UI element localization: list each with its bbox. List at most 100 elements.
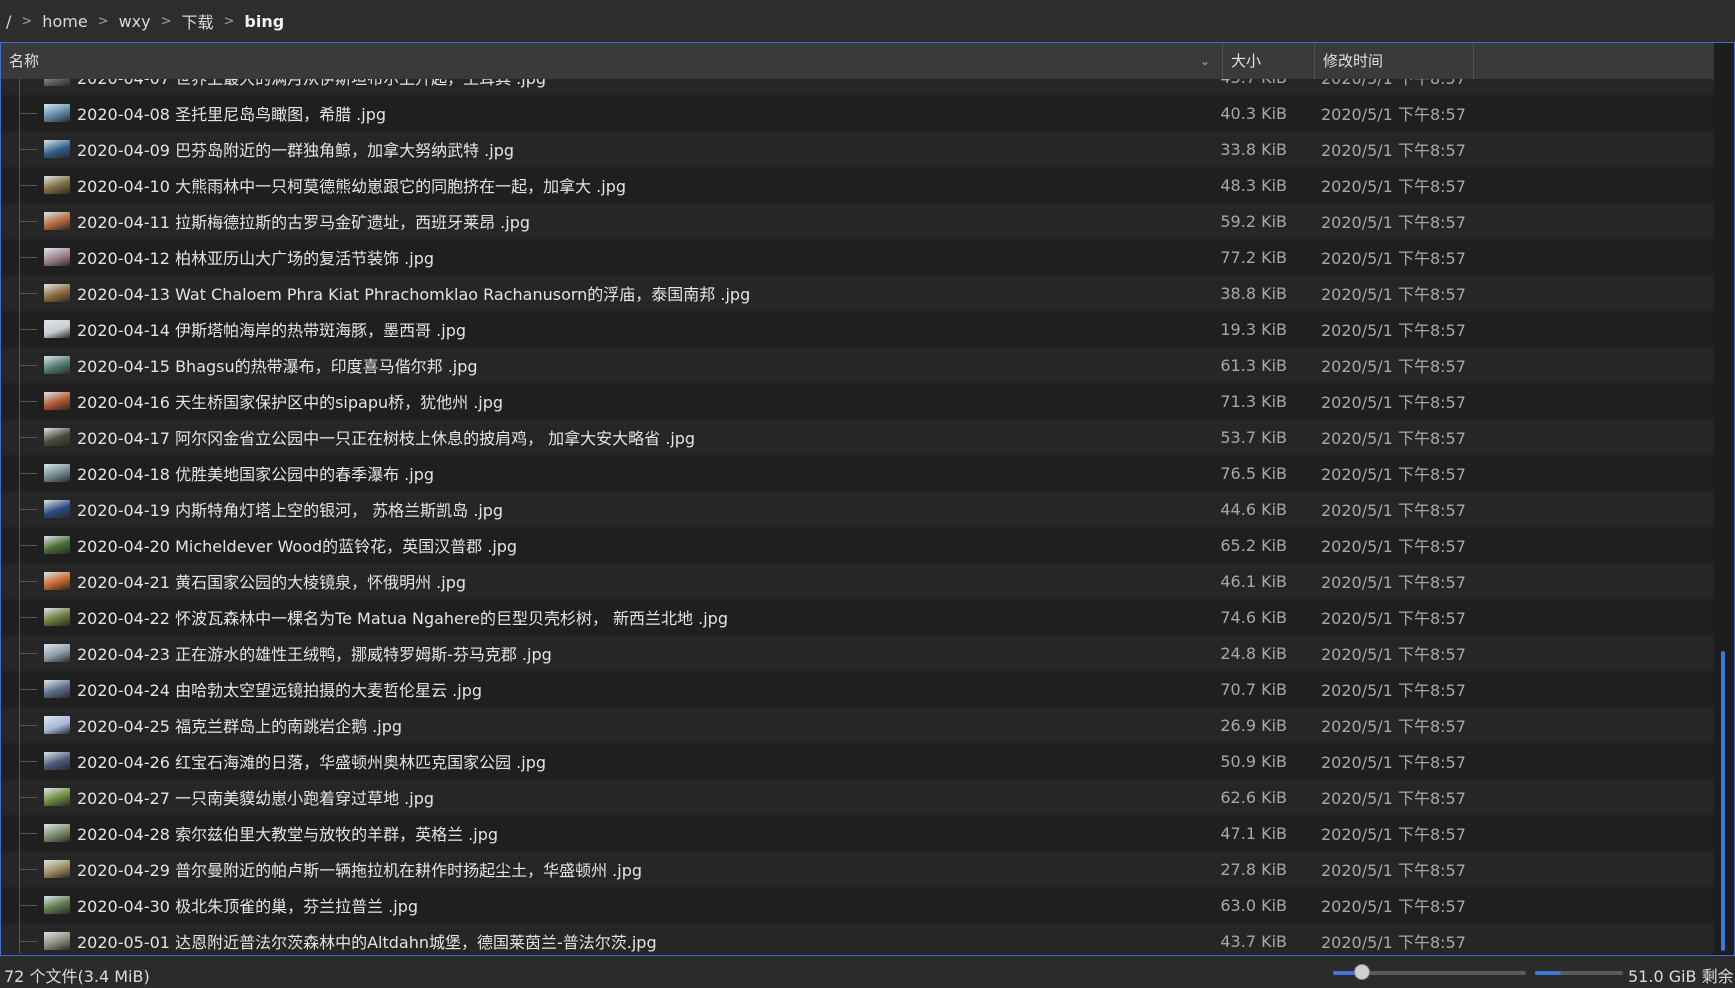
file-size: 44.6 KiB (1220, 499, 1287, 519)
column-name-label: 名称 (9, 52, 40, 70)
file-row[interactable]: 2020-04-22 怀波瓦森林中一棵名为Te Matua Ngahere的巨型… (1, 599, 1714, 635)
file-name: 2020-04-21 黄石国家公园的大棱镜泉，怀俄明州 .jpg (77, 573, 467, 592)
file-name: 2020-04-23 正在游水的雄性王绒鸭，挪威特罗姆斯-芬马克郡 .jpg (77, 645, 552, 664)
file-size: 26.9 KiB (1220, 715, 1287, 735)
file-name: 2020-04-22 怀波瓦森林中一棵名为Te Matua Ngahere的巨型… (77, 609, 728, 628)
image-thumbnail-icon (44, 608, 70, 626)
disk-usage-fill (1535, 971, 1561, 975)
tree-branch (19, 293, 37, 294)
image-thumbnail-icon (44, 680, 70, 698)
file-name: 2020-04-10 大熊雨林中一只柯莫德熊幼崽跟它的同胞挤在一起，加拿大 .j… (77, 177, 627, 196)
file-modified: 2020/5/1 下午8:57 (1321, 933, 1466, 952)
chevron-right-icon: > (160, 13, 172, 29)
file-list-view[interactable]: 名称 ⌄ 大小 修改时间 2020-04-07 世界上最大的满月从伊斯坦布尔上升… (0, 42, 1735, 956)
file-modified: 2020/5/1 下午8:57 (1321, 861, 1466, 880)
tree-branch (19, 401, 37, 402)
file-size: 43.7 KiB (1220, 931, 1287, 951)
breadcrumb-root[interactable]: / (0, 12, 17, 31)
vertical-scrollbar[interactable] (1714, 43, 1734, 955)
file-modified: 2020/5/1 下午8:57 (1321, 249, 1466, 268)
file-modified: 2020/5/1 下午8:57 (1321, 537, 1466, 556)
file-name: 2020-05-01 达恩附近普法尔茨森林中的Altdahn城堡，德国莱茵兰-普… (77, 933, 657, 952)
image-thumbnail-icon (44, 824, 70, 842)
file-row[interactable]: 2020-04-08 圣托里尼岛鸟瞰图，希腊 .jpg 40.3 KiB 2020/… (1, 95, 1714, 131)
file-modified: 2020/5/1 下午8:57 (1321, 645, 1466, 664)
tree-branch (19, 257, 37, 258)
disk-usage-bar (1535, 971, 1623, 975)
image-thumbnail-icon (44, 536, 70, 554)
file-row[interactable]: 2020-04-16 天生桥国家保护区中的sipapu桥，犹他州 .jpg 71.… (1, 383, 1714, 419)
file-row[interactable]: 2020-04-25 福克兰群岛上的南跳岩企鹅 .jpg 26.9 KiB 2020… (1, 707, 1714, 743)
file-row[interactable]: 2020-04-19 内斯特角灯塔上空的银河， 苏格兰斯凯岛 .jpg 44.6 … (1, 491, 1714, 527)
file-row[interactable]: 2020-04-23 正在游水的雄性王绒鸭，挪威特罗姆斯-芬马克郡 .jpg 24… (1, 635, 1714, 671)
image-thumbnail-icon (44, 320, 70, 338)
image-thumbnail-icon (44, 79, 70, 86)
file-row[interactable]: 2020-04-24 由哈勃太空望远镜拍摄的大麦哲伦星云 .jpg 70.7 Ki… (1, 671, 1714, 707)
column-header-name[interactable]: 名称 ⌄ (1, 43, 1223, 79)
breadcrumb-downloads[interactable]: 下载 (176, 9, 220, 33)
column-header-size[interactable]: 大小 (1223, 43, 1315, 79)
tree-branch (19, 653, 37, 654)
file-row[interactable]: 2020-04-28 索尔兹伯里大教堂与放牧的羊群，英格兰 .jpg 47.1 K… (1, 815, 1714, 851)
file-row[interactable]: 2020-04-09 巴芬岛附近的一群独角鲸，加拿大努纳武特 .jpg 33.8 … (1, 131, 1714, 167)
file-name: 2020-04-09 巴芬岛附近的一群独角鲸，加拿大努纳武特 .jpg (77, 141, 515, 160)
tree-branch (19, 941, 37, 942)
image-thumbnail-icon (44, 932, 70, 950)
tree-branch (19, 617, 37, 618)
breadcrumb-home[interactable]: home (36, 12, 93, 31)
file-row[interactable]: 2020-04-26 红宝石海滩的日落，华盛顿州奥林匹克国家公园 .jpg 50.… (1, 743, 1714, 779)
file-size: 47.1 KiB (1220, 823, 1287, 843)
file-name: 2020-04-13 Wat Chaloem Phra Kiat Phracho… (77, 285, 751, 304)
file-name: 2020-04-15 Bhagsu的热带瀑布，印度喜马偕尔邦 .jpg (77, 357, 478, 376)
file-row[interactable]: 2020-04-12 柏林亚历山大广场的复活节装饰 .jpg 77.2 KiB 20… (1, 239, 1714, 275)
zoom-slider-handle[interactable] (1354, 964, 1370, 980)
column-header-modified[interactable]: 修改时间 (1315, 43, 1474, 79)
image-thumbnail-icon (44, 104, 70, 122)
file-modified: 2020/5/1 下午8:57 (1321, 141, 1466, 160)
file-row[interactable]: 2020-04-21 黄石国家公园的大棱镜泉，怀俄明州 .jpg 46.1 KiB… (1, 563, 1714, 599)
file-name: 2020-04-27 一只南美貘幼崽小跑着穿过草地 .jpg (77, 789, 435, 808)
file-size: 53.7 KiB (1220, 427, 1287, 447)
breadcrumb-current[interactable]: bing (238, 12, 290, 31)
file-row[interactable]: 2020-04-18 优胜美地国家公园中的春季瀑布 .jpg 76.5 KiB 20… (1, 455, 1714, 491)
image-thumbnail-icon (44, 860, 70, 878)
tree-branch (19, 689, 37, 690)
tree-branch (19, 185, 37, 186)
tree-branch (19, 905, 37, 906)
file-name: 2020-04-29 普尔曼附近的帕卢斯一辆拖拉机在耕作时扬起尘土，华盛顿州 .… (77, 861, 643, 880)
file-row[interactable]: 2020-04-17 阿尔冈金省立公园中一只正在树枝上休息的披肩鸡， 加拿大安大… (1, 419, 1714, 455)
file-size: 46.1 KiB (1220, 571, 1287, 591)
chevron-right-icon: > (21, 13, 33, 29)
tree-branch (19, 725, 37, 726)
image-thumbnail-icon (44, 464, 70, 482)
file-row[interactable]: 2020-04-15 Bhagsu的热带瀑布，印度喜马偕尔邦 .jpg 61.3 … (1, 347, 1714, 383)
tree-branch (19, 149, 37, 150)
file-size: 61.3 KiB (1220, 355, 1287, 375)
file-row[interactable]: 2020-04-13 Wat Chaloem Phra Kiat Phracho… (1, 275, 1714, 311)
file-row[interactable]: 2020-04-14 伊斯塔帕海岸的热带斑海豚，墨西哥 .jpg 19.3 KiB… (1, 311, 1714, 347)
tree-branch (19, 365, 37, 366)
file-row[interactable]: 2020-04-20 Micheldever Wood的蓝铃花，英国汉普郡 .j… (1, 527, 1714, 563)
image-thumbnail-icon (44, 500, 70, 518)
file-row[interactable]: 2020-04-27 一只南美貘幼崽小跑着穿过草地 .jpg 62.6 KiB 20… (1, 779, 1714, 815)
file-size: 48.3 KiB (1220, 175, 1287, 195)
image-thumbnail-icon (44, 284, 70, 302)
tree-branch (19, 545, 37, 546)
file-row[interactable]: 2020-04-30 极北朱顶雀的巢，芬兰拉普兰 .jpg 63.0 KiB 202… (1, 887, 1714, 923)
file-modified: 2020/5/1 下午8:57 (1321, 609, 1466, 628)
tree-line (19, 79, 20, 95)
file-modified: 2020/5/1 下午8:57 (1321, 717, 1466, 736)
file-modified: 2020/5/1 下午8:57 (1321, 357, 1466, 376)
scrollbar-thumb[interactable] (1721, 651, 1725, 951)
file-size: 74.6 KiB (1220, 607, 1287, 627)
tree-branch (19, 869, 37, 870)
file-count: 72 个文件(3.4 MiB) (4, 967, 150, 986)
file-row[interactable]: 2020-04-29 普尔曼附近的帕卢斯一辆拖拉机在耕作时扬起尘土，华盛顿州 .… (1, 851, 1714, 887)
zoom-slider[interactable] (1333, 964, 1526, 980)
file-row[interactable]: 2020-04-07 世界上最大的满月从伊斯坦布尔上升起，土耳其 .jpg 43.… (1, 79, 1714, 95)
file-row[interactable]: 2020-05-01 达恩附近普法尔茨森林中的Altdahn城堡，德国莱茵兰-普… (1, 923, 1714, 954)
file-modified: 2020/5/1 下午8:57 (1321, 105, 1466, 124)
breadcrumb-wxy[interactable]: wxy (113, 12, 157, 31)
file-row[interactable]: 2020-04-11 拉斯梅德拉斯的古罗马金矿遗址，西班牙莱昂 .jpg 59.2… (1, 203, 1714, 239)
file-row[interactable]: 2020-04-10 大熊雨林中一只柯莫德熊幼崽跟它的同胞挤在一起，加拿大 .j… (1, 167, 1714, 203)
